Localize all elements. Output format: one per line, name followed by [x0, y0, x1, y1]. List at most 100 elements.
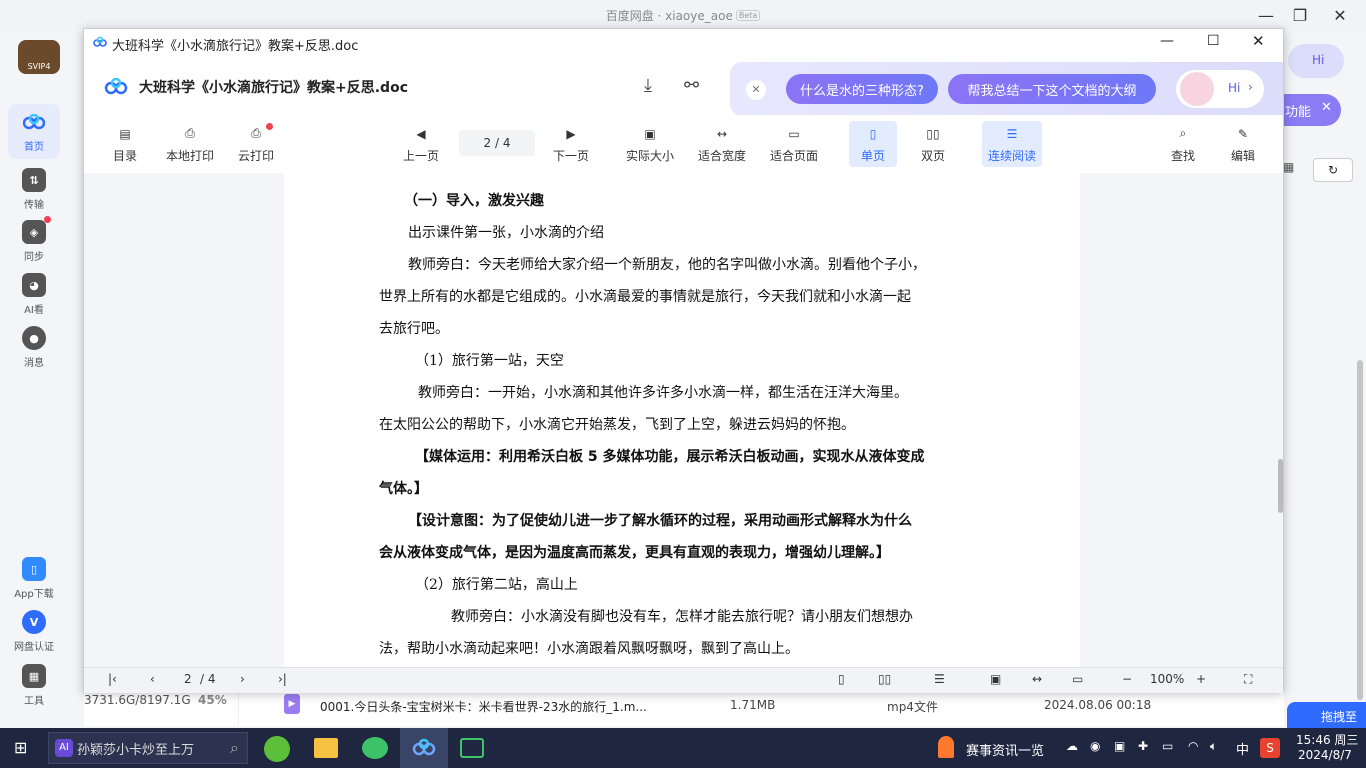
find-button[interactable]: ⌕ 查找 [1170, 115, 1196, 173]
double-page-button[interactable]: ▯▯ 双页 [916, 115, 950, 173]
close-icon[interactable]: ✕ [746, 80, 766, 100]
prev-page-button[interactable]: ◀ 上一页 [400, 115, 442, 173]
verify-icon: V [22, 610, 46, 634]
fit-page-button[interactable]: ▭ 适合页面 [768, 115, 820, 173]
file-explorer-icon[interactable] [314, 738, 338, 758]
status-page-number[interactable]: 2 [184, 672, 192, 686]
battery-icon[interactable]: ▭ [1162, 739, 1173, 753]
actual-size-icon[interactable]: ▣ [990, 672, 1001, 686]
video-file-icon: ▶ [284, 694, 300, 714]
download-icon[interactable]: ⤓ [644, 75, 652, 96]
drag-upload-area[interactable]: 拖拽至 [1287, 702, 1366, 728]
doc-line: 去旅行吧。 [379, 321, 449, 337]
sidebar-item-sync[interactable]: ◈ 同步 [8, 220, 60, 263]
ai-suggestion-chip[interactable]: 帮我总结一下这个文档的大纲 [948, 74, 1156, 104]
ai-assistant-button[interactable]: Hi › [1176, 70, 1264, 108]
arrow-right-circle-icon: ▶ [566, 126, 576, 141]
right-panel: Hi 功能 ✕ ▦ ↻ 拖拽至 [1283, 30, 1366, 728]
nvidia-tray-icon[interactable]: ▣ [1114, 739, 1125, 753]
sidebar-item-verify[interactable]: V 网盘认证 [8, 610, 60, 653]
sidebar-item-tools[interactable]: ▦ 工具 [8, 664, 60, 707]
tray-app-icon[interactable]: ✚ [1138, 739, 1148, 753]
edit-button[interactable]: ✎ 编辑 [1230, 115, 1256, 173]
feature-chip[interactable]: 功能 ✕ [1283, 94, 1341, 126]
ai-suggestion-chip[interactable]: 什么是水的三种形态? [786, 74, 938, 104]
fit-page-icon[interactable]: ▭ [1072, 672, 1083, 686]
close-icon[interactable]: ✕ [1321, 100, 1332, 115]
file-row[interactable]: 3731.6G/8197.1G 45% ▶ 0001.今日头条-宝宝树米卡：米卡… [84, 690, 1284, 726]
prev-page-icon[interactable]: ‹ [150, 672, 155, 686]
file-type: mp4文件 [887, 700, 938, 714]
continuous-read-icon[interactable]: ☰ [934, 672, 945, 686]
single-page-button[interactable]: ▯ 单页 [849, 121, 897, 167]
sidebar-item-message[interactable]: ● 消息 [8, 326, 60, 369]
document-scroll-area[interactable]: （一）导入，激发兴趣 出示课件第一张，小水滴的介绍 教师旁白：今天老师给大家介绍… [84, 173, 1283, 667]
news-flame-icon[interactable] [938, 736, 954, 758]
doc-line: （一）导入，激发兴趣 [404, 193, 544, 209]
share-icon[interactable]: ⚯ [684, 75, 699, 96]
double-page-icon: ▯▯ [926, 126, 940, 141]
fit-width-icon[interactable]: ↔ [1032, 672, 1042, 686]
svip-avatar[interactable]: SVIP4 [18, 40, 60, 74]
maximize-button[interactable]: ❐ [1280, 0, 1320, 30]
next-page-button[interactable]: ▶ 下一页 [550, 115, 592, 173]
taskbar-search-box[interactable]: AI 孙颖莎小卡炒至上万 ⌕ [48, 732, 248, 764]
sidebar: SVIP4 首页 ⇅ 传输 ◈ 同步 ◕ AI看 ● 消息 ▯ App下载 V … [0, 30, 84, 728]
volume-icon[interactable]: 🔈︎ [1210, 739, 1217, 754]
zoom-out-icon[interactable]: − [1122, 672, 1132, 686]
last-page-icon[interactable]: ›| [278, 672, 287, 686]
double-page-icon[interactable]: ▯▯ [878, 672, 891, 686]
doc-line: 会从液体变成气体，是因为温度高而蒸发，更具有直观的表现力，增强幼儿理解。】 [379, 545, 890, 561]
home-cloud-icon [22, 110, 46, 134]
ime-indicator[interactable]: 中 [1236, 739, 1249, 758]
wechat-icon[interactable] [362, 737, 388, 759]
storage-used: 3731.6G/8197.1G [84, 693, 191, 707]
continuous-read-button[interactable]: ☰ 连续阅读 [982, 121, 1042, 167]
local-print-button[interactable]: ⎙ 本地打印 [164, 115, 216, 173]
browser-icon[interactable] [264, 736, 290, 762]
clock-date[interactable]: 2024/8/7 [1298, 748, 1352, 762]
sidebar-item-ai[interactable]: ◕ AI看 [8, 273, 60, 316]
ai-avatar-icon [1180, 72, 1214, 106]
wechat-tray-icon[interactable]: ◉ [1090, 739, 1100, 753]
document-title: 大班科学《小水滴旅行记》教案+反思.doc [139, 80, 408, 96]
netdisk-logo-icon [412, 738, 436, 759]
wifi-icon[interactable]: ◠ [1188, 739, 1198, 753]
viewer-maximize-button[interactable]: ☐ [1207, 33, 1220, 49]
windows-start-icon[interactable]: ⊞ [14, 738, 27, 757]
grid-icon[interactable]: ▦ [1283, 160, 1303, 180]
netdisk-logo-icon [93, 36, 107, 51]
screen-app-icon[interactable] [460, 738, 484, 758]
toc-icon: ▤ [119, 126, 131, 141]
status-page-total: / 4 [200, 672, 216, 686]
refresh-icon[interactable]: ↻ [1313, 158, 1353, 182]
ai-hi-chip[interactable]: Hi [1288, 44, 1344, 78]
first-page-icon[interactable]: |‹ [108, 672, 117, 686]
sidebar-item-transfer[interactable]: ⇅ 传输 [8, 168, 60, 211]
sidebar-item-home[interactable]: 首页 [8, 104, 60, 159]
close-button[interactable]: ✕ [1320, 0, 1360, 30]
netdisk-taskbar-button[interactable] [400, 728, 448, 768]
fit-page-icon: ▭ [788, 126, 800, 141]
fullscreen-icon[interactable]: ⛶ [1244, 672, 1252, 687]
actual-size-button[interactable]: ▣ 实际大小 [624, 115, 676, 173]
sidebar-item-app-download[interactable]: ▯ App下载 [8, 557, 60, 600]
scrollbar-thumb[interactable] [1278, 459, 1283, 513]
file-name[interactable]: 0001.今日头条-宝宝树米卡：米卡看世界-23水的旅行_1.m... [320, 698, 647, 715]
sogou-ime-icon[interactable]: S [1260, 738, 1280, 758]
single-page-icon[interactable]: ▯ [838, 672, 845, 686]
zoom-in-icon[interactable]: + [1196, 672, 1206, 686]
viewer-close-button[interactable]: ✕ [1252, 32, 1265, 50]
clock-time[interactable]: 15:46 周三 [1296, 731, 1358, 748]
scrollbar[interactable] [1357, 360, 1363, 700]
netdisk-tray-icon[interactable]: ☁ [1066, 739, 1078, 753]
phone-icon: ▯ [22, 557, 46, 581]
viewer-minimize-button[interactable]: — [1160, 33, 1174, 49]
page-number-input[interactable]: 2 / 4 [459, 130, 535, 156]
storage-percent: 45% [198, 693, 227, 707]
next-page-icon[interactable]: › [240, 672, 245, 686]
toc-button[interactable]: ▤ 目录 [110, 115, 140, 173]
news-widget[interactable]: 赛事资讯一览 [966, 740, 1044, 759]
fit-width-button[interactable]: ↔ 适合宽度 [696, 115, 748, 173]
notification-dot [44, 216, 51, 223]
